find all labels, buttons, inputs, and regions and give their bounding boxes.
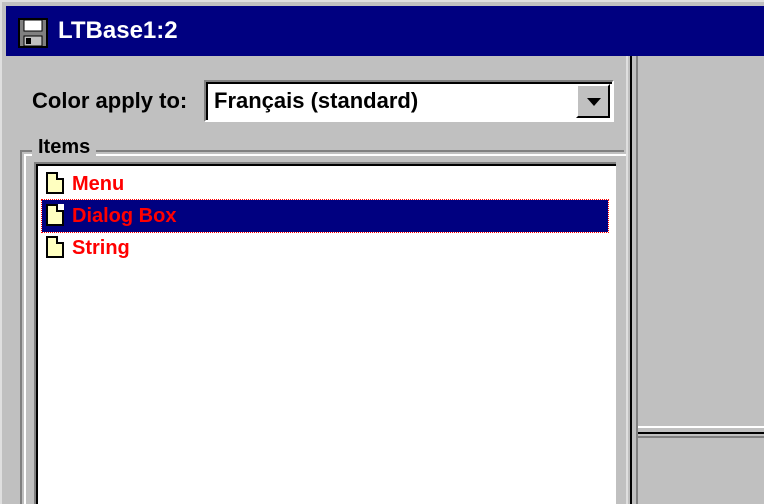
splitter-line: [630, 56, 632, 504]
list-item-label: String: [72, 237, 130, 259]
dropdown-selected-value: Français (standard): [214, 88, 419, 113]
list-item-label: Menu: [72, 173, 125, 195]
horizontal-splitter-line: [638, 432, 764, 434]
title-bar[interactable]: LTBase1:2: [6, 6, 764, 56]
color-apply-dropdown[interactable]: Français (standard): [204, 80, 614, 122]
document-icon: [46, 172, 64, 194]
color-apply-label: Color apply to:: [32, 88, 188, 113]
items-listbox[interactable]: Menu Dialog Box String: [34, 162, 616, 504]
document-icon: [46, 204, 64, 226]
floppy-disk-icon[interactable]: [18, 18, 48, 48]
list-item-dialog-box[interactable]: Dialog Box: [41, 199, 609, 233]
list-item-label: Dialog Box: [72, 205, 177, 227]
items-group-label: Items: [32, 134, 97, 160]
chevron-down-icon: [587, 98, 601, 106]
dropdown-button[interactable]: [576, 84, 610, 118]
vertical-splitter[interactable]: [626, 56, 638, 504]
list-item-menu[interactable]: Menu: [42, 168, 608, 200]
document-icon: [46, 236, 64, 258]
list-item-string[interactable]: String: [42, 232, 608, 264]
window-title: LTBase1:2: [58, 17, 178, 44]
